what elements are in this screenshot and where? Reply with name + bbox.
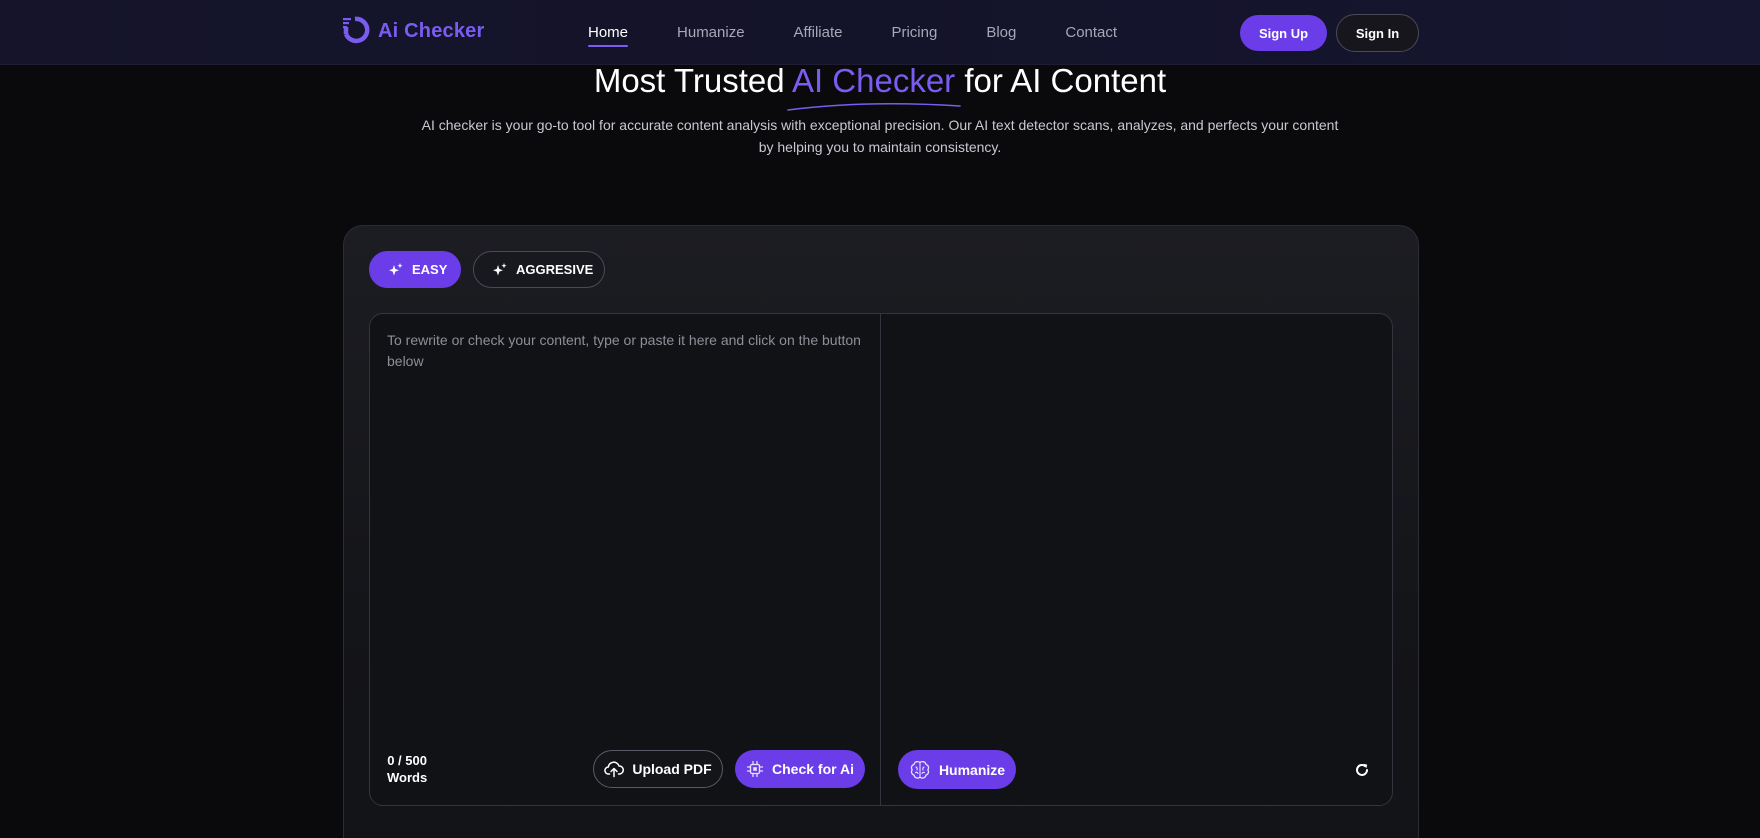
refresh-button[interactable] [1352, 760, 1372, 780]
hero-subtitle: AI checker is your go-to tool for accura… [421, 117, 1339, 155]
mode-easy-button[interactable]: EASY [369, 251, 461, 288]
brain-icon [909, 760, 931, 780]
sign-up-button[interactable]: Sign Up [1240, 15, 1327, 51]
main-nav: Home Humanize Affiliate Pricing Blog Con… [588, 0, 1166, 65]
nav-item-blog[interactable]: Blog [986, 0, 1016, 65]
content-input[interactable] [387, 330, 863, 710]
cloud-upload-icon [604, 760, 625, 778]
logo[interactable]: Ai Checker [342, 14, 485, 48]
word-count: 0 / 500 Words [387, 752, 427, 786]
chip-icon [746, 760, 764, 778]
sparkle-icon [388, 262, 404, 278]
check-for-ai-button[interactable]: Check for Ai [735, 750, 865, 788]
word-count-value: 0 / 500 [387, 753, 427, 768]
hero-title: Most Trusted AI Checker for AI Content [0, 62, 1760, 100]
page: Ai Checker Home Humanize Affiliate Prici… [0, 0, 1760, 838]
upload-pdf-label: Upload PDF [632, 761, 712, 777]
nav-item-home[interactable]: Home [588, 0, 629, 65]
checker-panel: EASY AGGRESIVE 0 / 500 Words [343, 225, 1419, 838]
sign-in-button[interactable]: Sign In [1336, 14, 1419, 52]
refresh-icon [1354, 762, 1370, 778]
title-underline-decoration [787, 102, 961, 111]
mode-aggressive-button[interactable]: AGGRESIVE [473, 251, 605, 288]
input-pane: 0 / 500 Words Upload PDF [370, 314, 881, 805]
nav-item-affiliate[interactable]: Affiliate [794, 0, 843, 65]
hero-title-end: for AI Content [955, 62, 1167, 99]
upload-pdf-button[interactable]: Upload PDF [593, 750, 723, 788]
nav-item-pricing[interactable]: Pricing [891, 0, 937, 65]
nav-item-contact[interactable]: Contact [1065, 0, 1117, 65]
hero-title-accent: AI Checker [791, 62, 956, 99]
word-count-unit: Words [387, 770, 428, 785]
check-for-ai-label: Check for Ai [772, 761, 854, 777]
sparkle-icon [492, 262, 508, 278]
humanize-button[interactable]: Humanize [898, 750, 1016, 789]
editor-box: 0 / 500 Words Upload PDF [369, 313, 1393, 806]
mode-aggressive-label: AGGRESIVE [516, 262, 594, 277]
hero-title-start: Most Trusted [593, 62, 792, 99]
nav-item-humanize[interactable]: Humanize [677, 0, 745, 65]
humanize-label: Humanize [938, 761, 1006, 778]
logo-text: Ai Checker [378, 19, 485, 42]
output-pane: Humanize [882, 314, 1392, 805]
logo-icon [342, 15, 372, 47]
mode-easy-label: EASY [412, 262, 448, 277]
site-header: Ai Checker Home Humanize Affiliate Prici… [0, 0, 1760, 65]
